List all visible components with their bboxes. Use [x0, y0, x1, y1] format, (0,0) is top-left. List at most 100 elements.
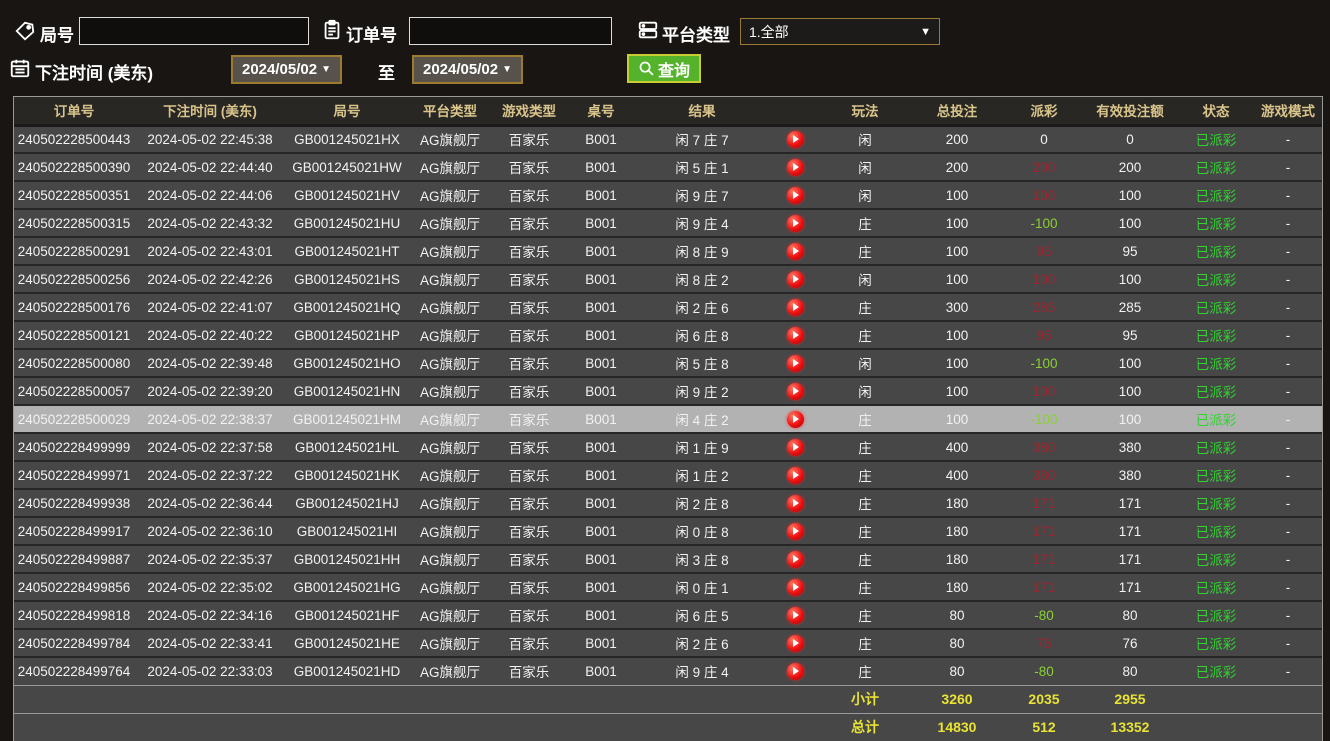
table-row[interactable]: 240502228499764 2024-05-02 22:33:03 GB0012… — [14, 656, 1322, 685]
cell-status: 已派彩 — [1178, 320, 1254, 349]
cell-bet-time: 2024-05-02 22:33:41 — [134, 628, 286, 657]
cell-result: 闲 4 庄 2 — [636, 404, 768, 433]
table-row[interactable]: 240502228500176 2024-05-02 22:41:07 GB0012… — [14, 292, 1322, 321]
play-icon[interactable] — [786, 158, 804, 176]
play-icon[interactable] — [786, 382, 804, 400]
date-to-picker[interactable]: 2024/05/02 ▼ — [412, 55, 523, 84]
col-bet-time: 下注时间 (美东) — [134, 97, 286, 127]
cell-bet-time: 2024-05-02 22:38:37 — [134, 404, 286, 433]
table-row[interactable]: 240502228500029 2024-05-02 22:38:37 GB0012… — [14, 404, 1322, 433]
platform-type-select[interactable]: 1.全部 ▼ — [740, 18, 940, 45]
grand-total-valid-bet: 13352 — [1082, 712, 1178, 741]
cell-bet-time: 2024-05-02 22:33:03 — [134, 656, 286, 685]
order-no-input[interactable] — [409, 17, 612, 45]
play-icon[interactable] — [786, 578, 804, 596]
play-icon[interactable] — [786, 634, 804, 652]
cell-payout: 100 — [1006, 180, 1082, 209]
play-icon[interactable] — [786, 438, 804, 456]
table-row[interactable]: 240502228500351 2024-05-02 22:44:06 GB0012… — [14, 180, 1322, 209]
cell-platform: AG旗舰厅 — [408, 600, 492, 629]
cell-payout: 0 — [1040, 131, 1048, 147]
table-row[interactable]: 240502228499917 2024-05-02 22:36:10 GB0012… — [14, 516, 1322, 545]
table-row[interactable]: 240502228500315 2024-05-02 22:43:32 GB0012… — [14, 208, 1322, 237]
cell-game-type: 百家乐 — [492, 516, 566, 545]
play-icon[interactable] — [786, 410, 804, 428]
cell-order-no: 240502228500256 — [14, 264, 134, 293]
cell-order-no: 240502228499784 — [14, 628, 134, 657]
table-row[interactable]: 240502228500121 2024-05-02 22:40:22 GB0012… — [14, 320, 1322, 349]
cell-replay — [768, 208, 822, 237]
cell-replay — [768, 404, 822, 433]
cell-total-bet: 100 — [908, 180, 1006, 209]
cell-payout: 95 — [1006, 320, 1082, 349]
cell-round-no: GB001245021HQ — [286, 292, 408, 321]
play-icon[interactable] — [786, 662, 804, 680]
date-from-picker[interactable]: 2024/05/02 ▼ — [231, 55, 342, 84]
play-icon[interactable] — [786, 130, 804, 148]
cell-order-no: 240502228500315 — [14, 208, 134, 237]
cell-total-bet: 80 — [908, 628, 1006, 657]
cell-result: 闲 0 庄 1 — [636, 572, 768, 601]
cell-total-bet: 180 — [908, 516, 1006, 545]
cell-total-bet: 200 — [945, 131, 969, 147]
table-row[interactable]: 240502228499818 2024-05-02 22:34:16 GB0012… — [14, 600, 1322, 629]
table-row[interactable]: 240502228499999 2024-05-02 22:37:58 GB0012… — [14, 432, 1322, 461]
cell-game-type: 百家乐 — [492, 236, 566, 265]
table-row[interactable]: 240502228499856 2024-05-02 22:35:02 GB0012… — [14, 572, 1322, 601]
table-row[interactable]: 240502228499938 2024-05-02 22:36:44 GB0012… — [14, 488, 1322, 517]
cell-play-type: 闲 — [822, 376, 908, 405]
play-icon[interactable] — [786, 466, 804, 484]
cell-result: 闲 0 庄 8 — [636, 516, 768, 545]
play-icon[interactable] — [786, 242, 804, 260]
cell-status: 已派彩 — [1178, 516, 1254, 545]
table-row[interactable]: 240502228500390 2024-05-02 22:44:40 GB0012… — [14, 152, 1322, 181]
cell-platform: AG旗舰厅 — [408, 264, 492, 293]
search-button[interactable]: 查询 — [627, 54, 702, 83]
table-row[interactable]: 240502228499971 2024-05-02 22:37:22 GB0012… — [14, 460, 1322, 489]
table-row[interactable]: 240502228500080 2024-05-02 22:39:48 GB0012… — [14, 348, 1322, 377]
play-icon[interactable] — [786, 298, 804, 316]
cell-valid-bet: 171 — [1082, 544, 1178, 573]
table-row[interactable]: 240502228499887 2024-05-02 22:35:37 GB0012… — [14, 544, 1322, 573]
cell-bet-time: 2024-05-02 22:44:40 — [134, 152, 286, 181]
cell-platform: AG旗舰厅 — [408, 208, 492, 237]
cell-game-type: 百家乐 — [492, 404, 566, 433]
play-icon[interactable] — [786, 550, 804, 568]
round-no-input[interactable] — [79, 17, 309, 45]
play-icon[interactable] — [786, 326, 804, 344]
cell-game-mode: - — [1254, 376, 1322, 405]
table-row[interactable]: 240502228499784 2024-05-02 22:33:41 GB0012… — [14, 628, 1322, 657]
cell-play-type: 闲 — [822, 348, 908, 377]
cell-order-no: 240502228500057 — [14, 376, 134, 405]
cell-bet-time: 2024-05-02 22:39:48 — [134, 348, 286, 377]
cell-play-type: 闲 — [822, 152, 908, 181]
table-row[interactable]: 240502228500443 2024-05-02 22:45:38 GB0012… — [14, 125, 1322, 153]
play-icon[interactable] — [786, 214, 804, 232]
table-row[interactable]: 240502228500057 2024-05-02 22:39:20 GB0012… — [14, 376, 1322, 405]
platform-type-selected: 1.全部 — [749, 23, 789, 40]
cell-order-no: 240502228499818 — [14, 600, 134, 629]
cell-replay — [768, 628, 822, 657]
play-icon[interactable] — [786, 606, 804, 624]
cell-payout: -100 — [1006, 404, 1082, 433]
play-icon[interactable] — [786, 494, 804, 512]
cell-result: 闲 1 庄 2 — [636, 460, 768, 489]
cell-status: 已派彩 — [1178, 376, 1254, 405]
cell-valid-bet: 285 — [1082, 292, 1178, 321]
cell-game-type: 百家乐 — [492, 264, 566, 293]
cell-game-mode: - — [1254, 208, 1322, 237]
cell-total-bet: 100 — [908, 376, 1006, 405]
play-icon[interactable] — [786, 522, 804, 540]
play-icon[interactable] — [786, 186, 804, 204]
cell-total-bet: 80 — [908, 600, 1006, 629]
table-row[interactable]: 240502228500256 2024-05-02 22:42:26 GB0012… — [14, 264, 1322, 293]
cell-table-no: B001 — [566, 656, 636, 685]
play-icon[interactable] — [786, 354, 804, 372]
col-order-no: 订单号 — [14, 97, 134, 127]
cell-play-type: 庄 — [822, 208, 908, 237]
cell-game-type: 百家乐 — [492, 152, 566, 181]
play-icon[interactable] — [786, 270, 804, 288]
table-row[interactable]: 240502228500291 2024-05-02 22:43:01 GB0012… — [14, 236, 1322, 265]
cell-payout: 285 — [1006, 292, 1082, 321]
cell-total-bet: 100 — [908, 320, 1006, 349]
